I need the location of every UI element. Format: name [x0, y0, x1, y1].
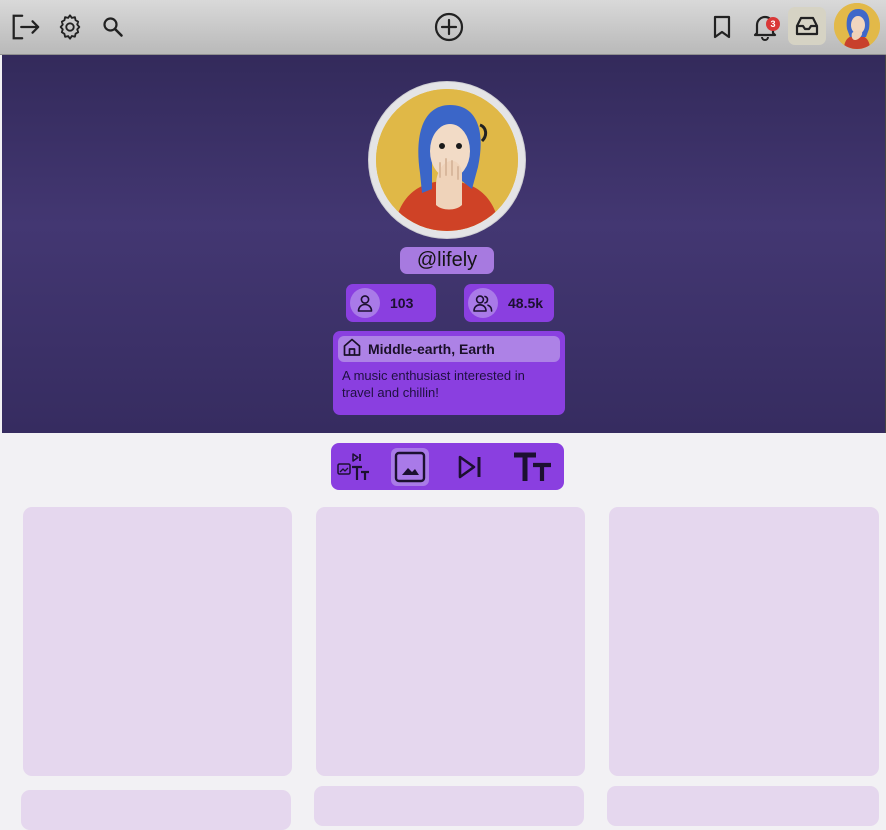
username-label[interactable]: @lifely: [400, 247, 494, 274]
home-icon: [342, 337, 362, 362]
post-tile[interactable]: [316, 507, 585, 776]
notification-badge: 3: [766, 17, 780, 31]
music-tab[interactable]: [451, 448, 489, 486]
images-tab[interactable]: [391, 448, 429, 486]
location-label: Middle-earth, Earth: [368, 341, 495, 357]
profile-header: @lifely 103 48.5k Middle-earth, Earth A …: [2, 55, 886, 433]
profile-avatar[interactable]: [369, 82, 525, 238]
play-next-icon: [458, 455, 481, 479]
post-tile[interactable]: [314, 786, 584, 826]
user-icon: [350, 288, 380, 318]
bookmark-icon[interactable]: [706, 10, 738, 44]
post-tile[interactable]: [23, 507, 292, 776]
text-tab[interactable]: [511, 448, 555, 486]
avatar-illustration-icon: [376, 89, 518, 231]
logout-icon[interactable]: [9, 10, 41, 44]
notifications-icon[interactable]: 3: [748, 10, 782, 44]
post-tile[interactable]: [21, 790, 291, 830]
bio-card: Middle-earth, Earth A music enthusiast i…: [333, 331, 565, 415]
mixed-content-icon: [337, 453, 369, 480]
add-post-icon[interactable]: [433, 10, 465, 44]
all-posts-tab[interactable]: [335, 448, 373, 486]
followers-count: 48.5k: [508, 295, 544, 311]
bio-text: A music enthusiast interested in travel …: [342, 368, 525, 400]
settings-icon[interactable]: [54, 10, 86, 44]
users-icon: [468, 288, 498, 318]
image-icon: [394, 451, 426, 483]
following-count: 103: [390, 295, 414, 311]
user-avatar[interactable]: [834, 3, 880, 49]
location-row: Middle-earth, Earth: [338, 336, 560, 362]
post-tile[interactable]: [609, 507, 879, 776]
top-bar: 3: [0, 0, 886, 55]
search-icon[interactable]: [97, 10, 129, 44]
following-stat[interactable]: 103: [346, 284, 436, 322]
inbox-icon[interactable]: [788, 7, 826, 45]
post-tile[interactable]: [607, 786, 879, 826]
text-size-icon: [514, 452, 551, 481]
followers-stat[interactable]: 48.5k: [464, 284, 554, 322]
content-tabs: [331, 443, 564, 490]
